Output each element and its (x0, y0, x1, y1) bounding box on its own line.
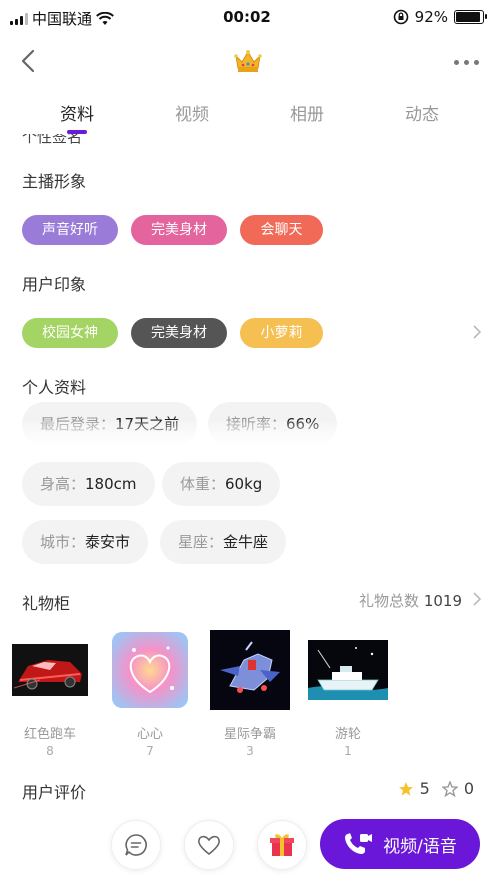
profile-value: 180cm (85, 475, 137, 493)
profile-item-zodiac: 星座：金牛座 (160, 520, 287, 564)
star-outline-icon (441, 780, 458, 797)
good-review-count: 5 (419, 779, 430, 798)
heart-gift-icon[interactable] (110, 630, 190, 710)
status-bar: 中国联通 00:02 92% (0, 0, 494, 36)
tab-album[interactable]: 相册 (290, 100, 324, 125)
battery-percent: 92% (414, 8, 448, 26)
star-filled-icon (398, 781, 413, 796)
gift-total-label: 礼物总数 (359, 592, 420, 610)
rotation-lock-icon (393, 9, 408, 25)
tab-moments[interactable]: 动态 (405, 100, 439, 125)
profile-item-city: 城市：泰安市 (22, 520, 149, 564)
gift-total[interactable]: 礼物总数 1019 (359, 590, 462, 611)
nav-bar (0, 36, 494, 88)
profile-key: 星座： (178, 533, 224, 551)
mech-gift-icon[interactable] (210, 630, 290, 710)
chevron-left-icon[interactable] (14, 46, 44, 76)
signature-heading-clipped: 个性签名 (22, 134, 83, 146)
cruise-ship-gift-icon[interactable] (308, 630, 388, 710)
impression-tag: 小萝莉 (240, 318, 323, 348)
heart-icon (197, 835, 221, 856)
profile-key: 体重： (180, 475, 226, 493)
user-review-title: 用户评价 (22, 783, 87, 802)
profile-item-height: 身高：180cm (22, 462, 155, 506)
impression-tag: 完美身材 (131, 318, 227, 348)
host-tag: 会聊天 (240, 215, 323, 245)
gift-total-value: 1019 (423, 592, 462, 610)
more-dots-icon[interactable] (448, 50, 484, 74)
battery-icon (454, 10, 487, 24)
gift-count: 7 (146, 744, 154, 758)
chat-bubble-icon (125, 834, 147, 856)
profile-key: 城市： (40, 533, 86, 551)
profile-key: 身高： (40, 475, 86, 493)
gift-count: 8 (46, 744, 54, 758)
sports-car-gift-icon[interactable] (10, 630, 90, 710)
phone-video-icon (345, 833, 373, 854)
tab-bar: 资料 视频 相册 动态 (0, 92, 494, 136)
status-right: 92% (393, 8, 487, 26)
tab-profile[interactable]: 资料 (60, 100, 94, 125)
crown-icon (234, 50, 262, 72)
profile-item-weight: 体重：60kg (162, 462, 281, 506)
gift-count: 3 (246, 744, 254, 758)
chevron-right-icon[interactable] (470, 325, 484, 339)
fade-overlay (0, 422, 494, 456)
profile-title: 个人资料 (22, 378, 87, 397)
gift-count: 1 (344, 744, 352, 758)
review-rating: 5 0 (398, 779, 474, 798)
bad-review-count: 0 (463, 779, 474, 798)
gift-button[interactable] (257, 820, 307, 870)
tab-video[interactable]: 视频 (175, 100, 209, 125)
gift-name: 红色跑车 (23, 727, 76, 742)
gift-cabinet-title: 礼物柜 (22, 594, 71, 613)
chat-button[interactable] (111, 820, 161, 870)
bottom-action-bar: 视频/语音 (0, 812, 494, 883)
gift-box-icon (270, 834, 294, 856)
gift-name: 星际争霸 (223, 727, 276, 742)
host-tag: 完美身材 (131, 215, 227, 245)
profile-value: 60kg (225, 475, 263, 493)
call-button-label: 视频/语音 (383, 836, 457, 857)
profile-value: 泰安市 (85, 533, 131, 551)
like-button[interactable] (184, 820, 234, 870)
video-voice-call-button[interactable]: 视频/语音 (320, 819, 480, 869)
gift-name: 游轮 (334, 727, 361, 742)
impression-tag: 校园女神 (22, 318, 118, 348)
profile-value: 金牛座 (223, 533, 269, 551)
host-tag: 声音好听 (22, 215, 118, 245)
user-impression-title: 用户印象 (22, 275, 87, 294)
chevron-right-icon[interactable] (470, 592, 484, 606)
host-image-title: 主播形象 (22, 172, 87, 191)
gift-name: 心心 (136, 727, 163, 742)
